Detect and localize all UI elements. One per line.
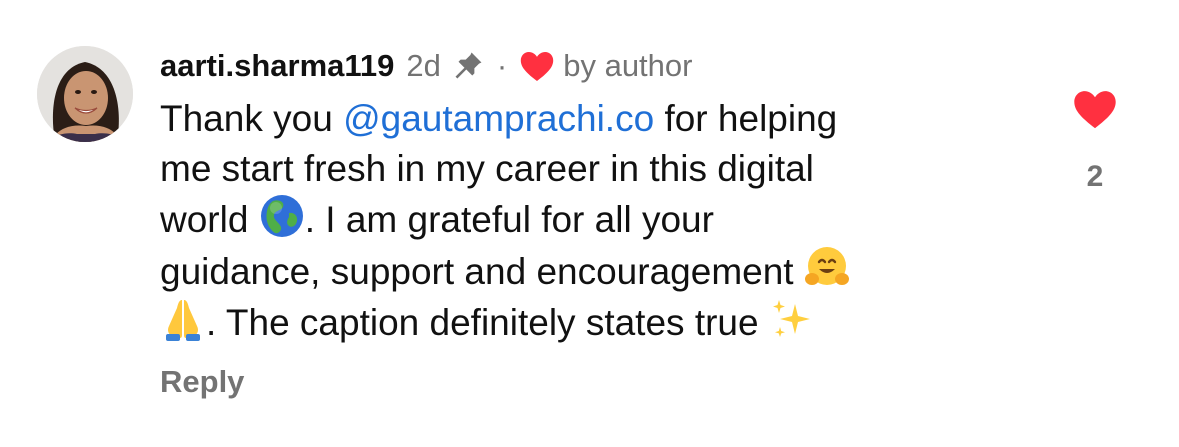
comment-line: me start fresh in my career in this digi… — [160, 147, 814, 189]
heart-icon — [519, 50, 555, 82]
like-button[interactable] — [1072, 88, 1118, 130]
like-count: 2 — [1086, 160, 1104, 193]
text-segment: . I am grateful for all your — [304, 199, 714, 240]
comment-line: . The caption definitely states true — [160, 296, 1040, 348]
timestamp: 2d — [406, 48, 441, 83]
pin-icon — [451, 49, 485, 83]
comment-line: Thank you @gautamprachi.co for helping — [160, 94, 1040, 144]
avatar[interactable] — [37, 46, 133, 142]
comment-line: world . I am grateful for all your — [160, 193, 1040, 245]
comment-item: aarti.sharma119 2d · by author Thank you… — [0, 0, 1179, 447]
heart-filled-icon — [1074, 91, 1116, 129]
comment-meta: aarti.sharma119 2d · by author — [160, 44, 1040, 88]
separator-dot: · — [496, 48, 508, 83]
text-segment: . The caption definitely states true — [206, 302, 769, 343]
comment-line: guidance, support and encouragement — [160, 245, 1040, 297]
text-segment: Thank you — [160, 98, 344, 139]
globe-emoji-icon — [259, 193, 305, 239]
avatar-photo — [37, 46, 133, 142]
comment-text: Thank you @gautamprachi.co for helping m… — [160, 94, 1040, 348]
reply-button[interactable]: Reply — [160, 364, 244, 400]
username-link[interactable]: aarti.sharma119 — [160, 48, 394, 84]
mention-link[interactable]: @gautamprachi.co — [343, 98, 654, 139]
liked-by-author-label: by author — [563, 48, 693, 83]
hugging-face-emoji-icon — [804, 245, 850, 291]
text-segment: for helping — [654, 98, 838, 139]
sparkles-emoji-icon — [769, 296, 815, 342]
comment-content: aarti.sharma119 2d · by author Thank you… — [160, 44, 1040, 348]
folded-hands-emoji-icon — [160, 296, 206, 342]
text-segment: guidance, support and encouragement — [160, 250, 804, 292]
text-segment: world — [160, 199, 259, 240]
